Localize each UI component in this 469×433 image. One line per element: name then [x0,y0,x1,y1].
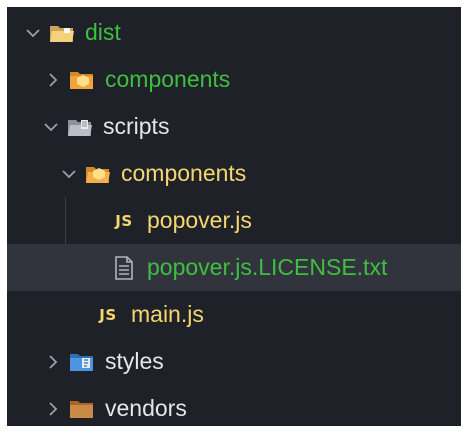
tree-item-label: scripts [103,113,170,139]
chevron-down-icon[interactable] [59,150,79,197]
tree-row-scripts[interactable]: scripts [7,103,461,150]
folder-components-icon [69,69,95,91]
folder-open-icon [49,22,75,44]
folder-scripts-icon [67,116,93,138]
file-explorer-tree: dist components scripts components JS po… [7,7,461,426]
folder-styles-icon [69,351,95,373]
folder-vendors-icon [69,398,95,420]
tree-row-styles[interactable]: styles [7,338,461,385]
tree-item-label: styles [105,348,164,374]
tree-row-popover-js[interactable]: JS popover.js [7,197,461,244]
text-file-icon [111,255,137,280]
tree-row-scripts-components[interactable]: components [7,150,461,197]
tree-item-label: components [105,66,231,92]
tree-item-label: popover.js.LICENSE.txt [147,254,388,280]
tree-item-label: popover.js [147,207,252,233]
chevron-right-icon[interactable] [43,338,63,385]
js-file-icon: JS [115,211,133,230]
tree-row-vendors[interactable]: vendors [7,385,461,426]
tree-row-license-txt[interactable]: popover.js.LICENSE.txt [7,244,461,291]
folder-components-open-icon [85,163,111,185]
tree-row-components[interactable]: components [7,56,461,103]
chevron-down-icon[interactable] [41,103,61,150]
tree-item-label: vendors [105,395,187,421]
chevron-right-icon[interactable] [43,385,63,426]
tree-item-label: dist [85,19,121,45]
tree-item-label: main.js [131,301,204,327]
tree-row-main-js[interactable]: JS main.js [7,291,461,338]
chevron-down-icon[interactable] [23,9,43,56]
chevron-right-icon[interactable] [43,56,63,103]
tree-item-label: components [121,160,247,186]
js-file-icon: JS [99,305,117,324]
tree-row-dist[interactable]: dist [7,9,461,56]
